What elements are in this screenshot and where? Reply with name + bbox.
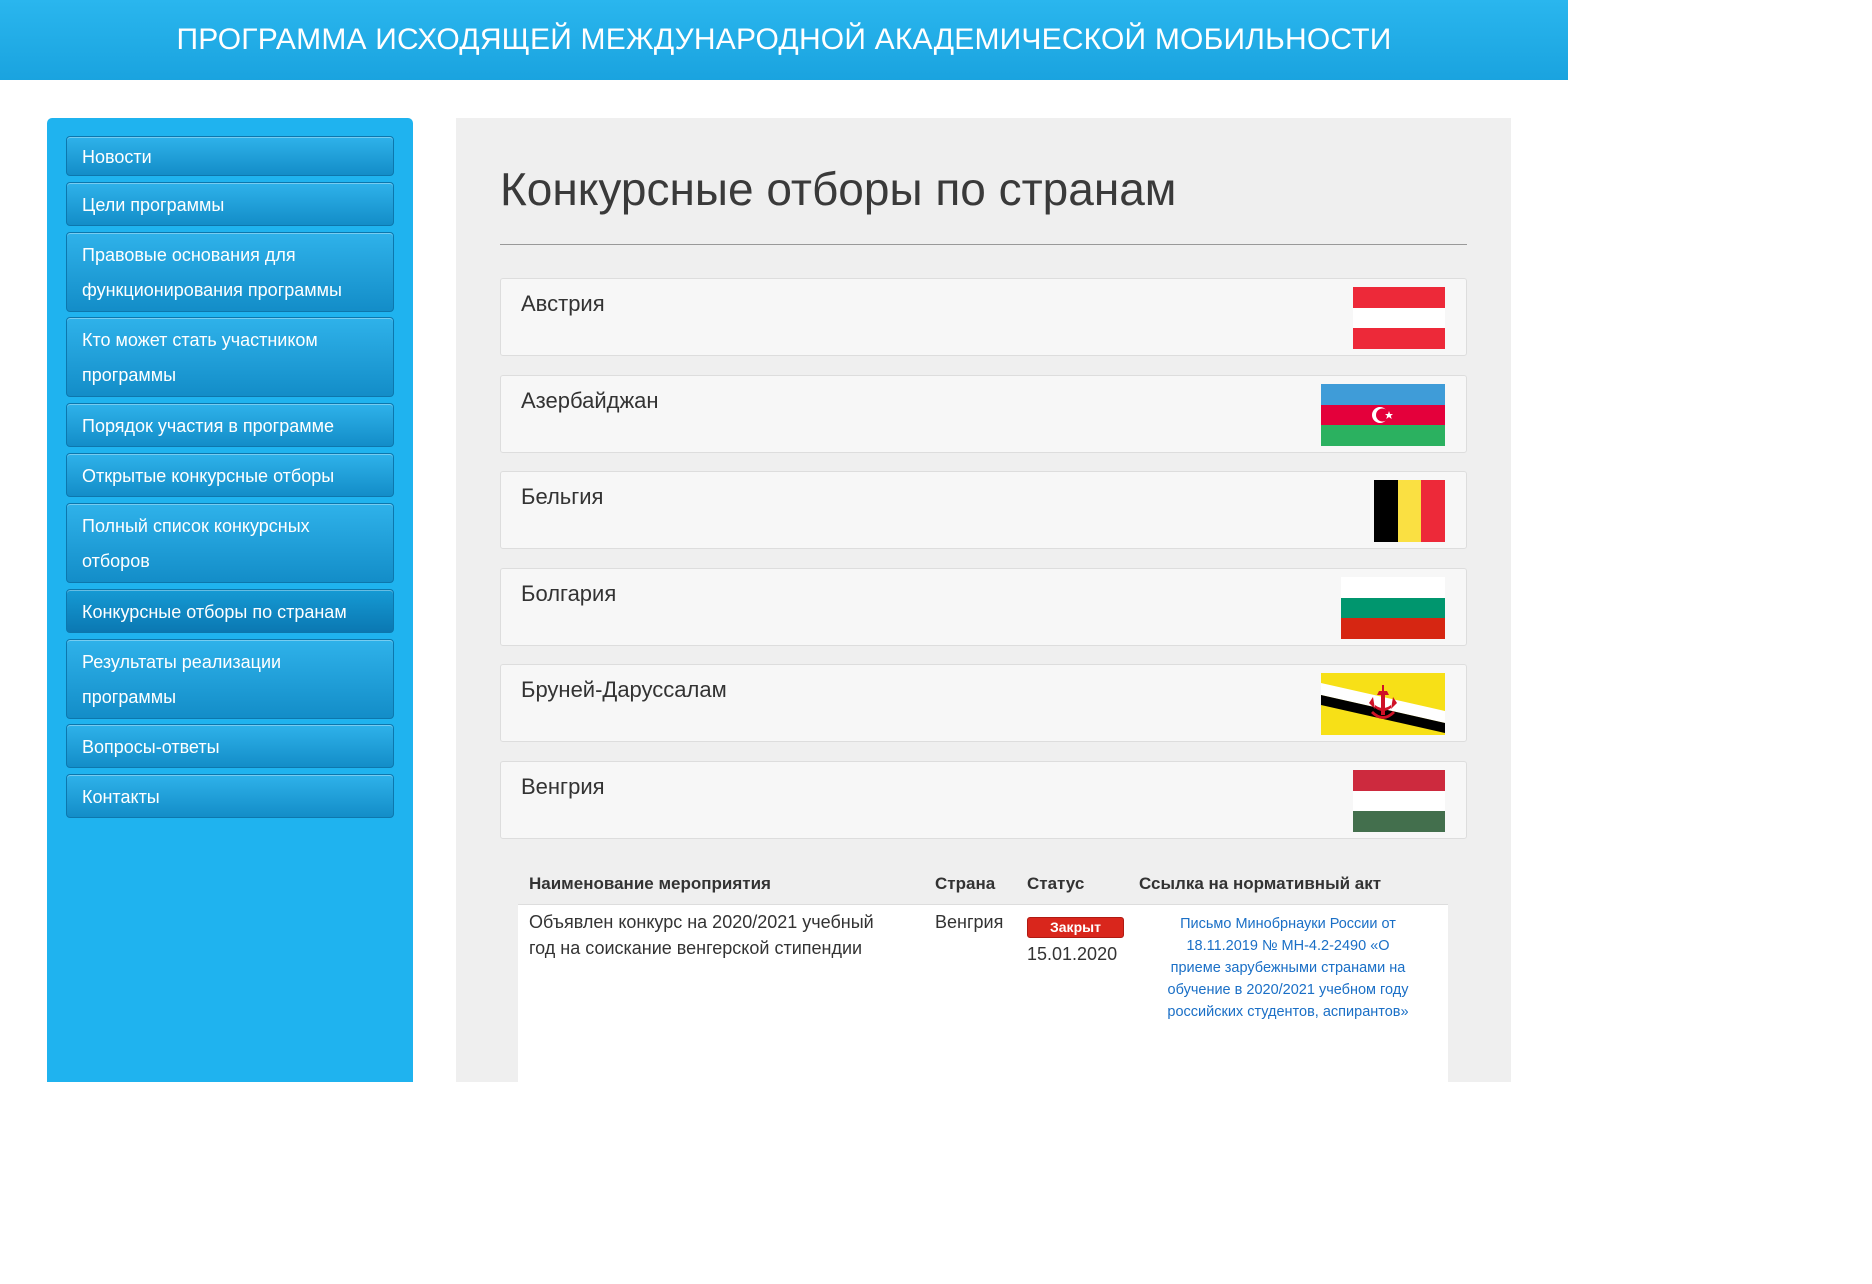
event-name-line: год на соискание венгерской стипендии [529,938,863,958]
status-cell: Закрыт 15.01.2020 [1027,913,1124,967]
country-panel-belgium[interactable]: Бельгия [500,471,1467,549]
sidebar-item-label: программы [82,365,177,385]
page-title: Конкурсные отборы по странам [500,163,1177,215]
link-line: Письмо Минобрнауки России от [1180,916,1396,932]
sidebar-item-label: Полный список конкурсных [82,516,310,536]
column-header-event: Наименование мероприятия [529,874,771,893]
country-panel-austria[interactable]: Австрия [500,278,1467,356]
country-name: Австрия [521,291,605,316]
sidebar-item-label: Правовые основания для [82,245,296,265]
sidebar-item-label: Результаты реализации [82,652,282,672]
link-line: обучение в 2020/2021 учебном году [1167,982,1409,998]
sidebar-item-legal-basis[interactable]: Правовые основания для функционирования … [66,232,394,312]
column-header-status: Статус [1027,874,1085,893]
event-name-cell: Объявлен конкурс на 2020/2021 учебный го… [529,909,874,961]
sidebar-item-label: Кто может стать участником [82,330,318,350]
sidebar-item-label: Вопросы-ответы [82,736,220,757]
azerbaijan-flag-icon [1321,384,1445,446]
sidebar-item-open-selections[interactable]: Открытые конкурсные отборы [66,453,394,497]
column-header-country: Страна [935,874,996,893]
sidebar-item-label: программы [82,687,177,707]
sidebar-nav: Новости Цели программы Правовые основани… [47,118,413,1082]
belgium-flag-icon [1374,480,1445,542]
hungary-flag-icon [1353,770,1445,832]
sidebar-item-label: Открытые конкурсные отборы [82,465,335,486]
sidebar-item-label: функционирования программы [82,280,342,300]
sidebar-item-label: отборов [82,551,150,571]
status-badge: Закрыт [1027,917,1124,938]
title-divider [500,244,1467,245]
country-cell: Венгрия [935,912,1004,932]
sidebar-item-news[interactable]: Новости [66,136,394,176]
sidebar-item-by-country[interactable]: Конкурсные отборы по странам [66,589,394,633]
country-name: Болгария [521,581,617,606]
country-panel-azerbaijan[interactable]: Азербайджан [500,375,1467,453]
link-line: российских студентов, аспирантов» [1167,1004,1409,1020]
site-header: ПРОГРАММА ИСХОДЯЩЕЙ МЕЖДУНАРОДНОЙ АКАДЕМ… [0,0,1568,80]
main-content: Конкурсные отборы по странам Австрия Азе… [456,118,1511,1084]
sidebar-item-results[interactable]: Результаты реализации программы [66,639,394,719]
country-panel-brunei[interactable]: Бруней-Даруссалам [500,664,1467,742]
country-name: Бельгия [521,484,604,509]
sidebar-item-label: Новости [82,146,152,167]
normative-act-link[interactable]: Письмо Минобрнауки России от 18.11.2019 … [1154,913,1422,1023]
sidebar-item-participation-order[interactable]: Порядок участия в программе [66,403,394,447]
country-name: Азербайджан [521,388,659,413]
table-row: Объявлен конкурс на 2020/2021 учебный го… [518,904,1448,1084]
sidebar-item-contacts[interactable]: Контакты [66,774,394,818]
link-line: приеме зарубежными странами на [1170,960,1406,976]
sidebar-item-label: Цели программы [82,194,225,215]
brunei-flag-icon [1321,673,1445,735]
sidebar-item-who-can-participate[interactable]: Кто может стать участником программы [66,317,394,397]
country-panel-hungary[interactable]: Венгрия [500,761,1467,839]
sidebar-item-label: Контакты [82,786,160,807]
sidebar-item-label: Конкурсные отборы по странам [82,601,347,622]
sidebar-item-label: Порядок участия в программе [82,415,335,436]
bulgaria-flag-icon [1341,577,1445,639]
event-name-line: Объявлен конкурс на 2020/2021 учебный [529,912,874,932]
sidebar-item-faq[interactable]: Вопросы-ответы [66,724,394,768]
country-name: Бруней-Даруссалам [521,677,727,702]
column-header-link: Ссылка на нормативный акт [1139,874,1382,893]
link-line: 18.11.2019 № МН-4.2-2490 «О [1186,938,1390,954]
sidebar-item-full-list[interactable]: Полный список конкурсных отборов [66,503,394,583]
site-title: ПРОГРАММА ИСХОДЯЩЕЙ МЕЖДУНАРОДНОЙ АКАДЕМ… [176,23,1392,56]
sidebar-item-goals[interactable]: Цели программы [66,182,394,226]
status-date: 15.01.2020 [1027,944,1118,964]
country-panel-bulgaria[interactable]: Болгария [500,568,1467,646]
austria-flag-icon [1353,287,1445,349]
country-name: Венгрия [521,774,605,799]
